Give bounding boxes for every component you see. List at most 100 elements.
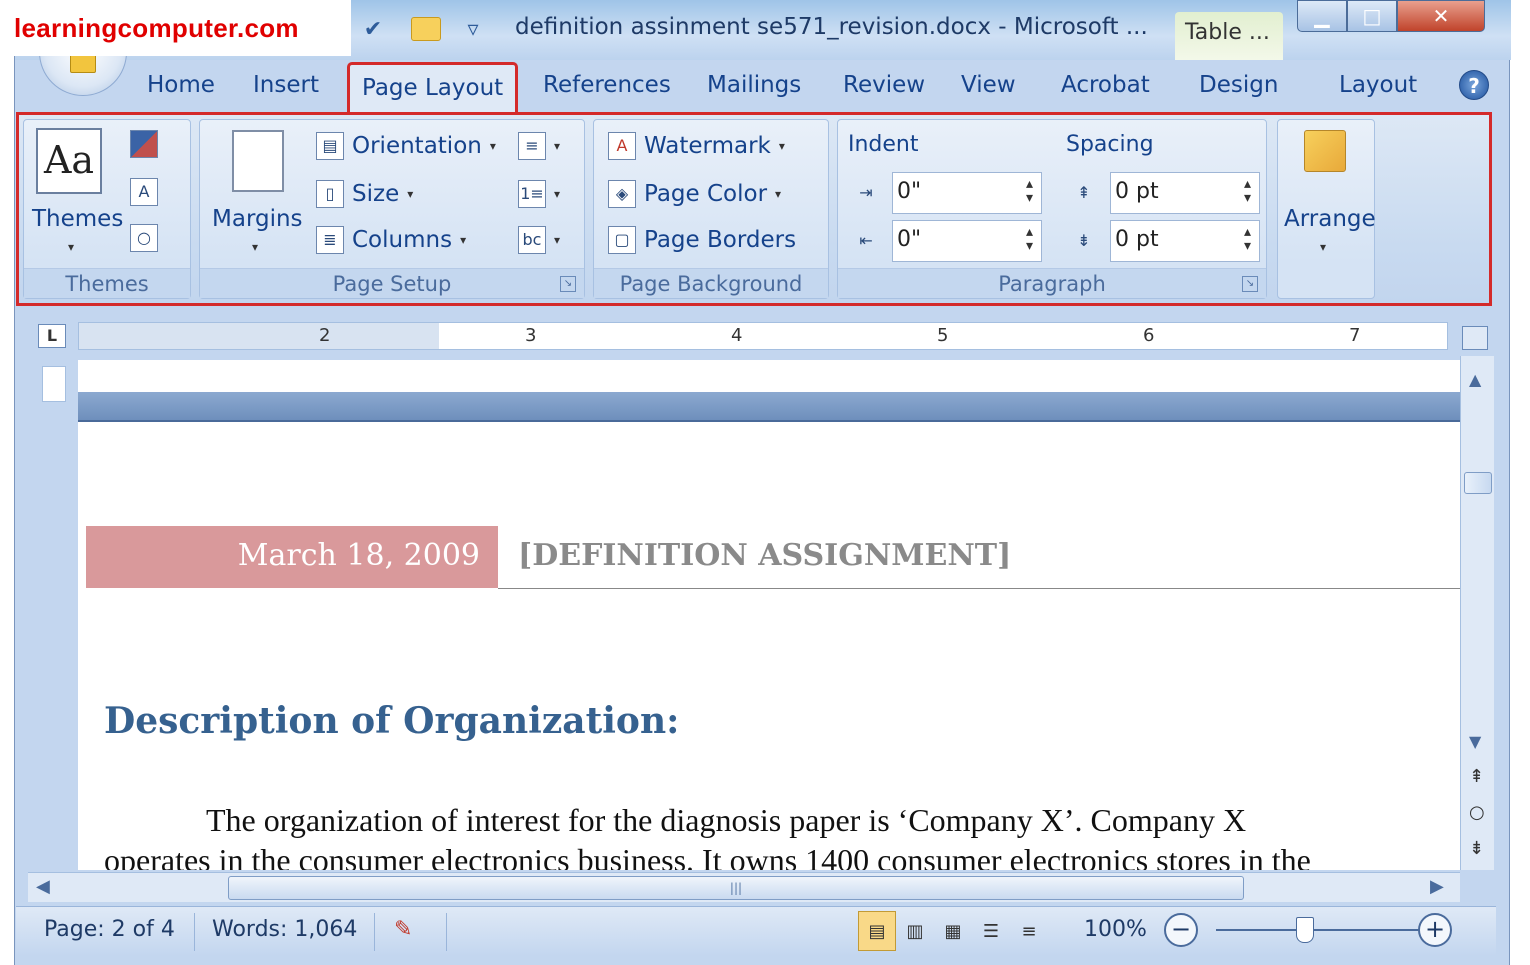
margins-dropdown-icon[interactable]: ▾ bbox=[252, 240, 258, 254]
size-dropdown-icon: ▾ bbox=[407, 187, 414, 201]
orientation-button[interactable]: ▤ Orientation ▾ bbox=[316, 132, 496, 160]
tab-acrobat[interactable]: Acrobat bbox=[1061, 72, 1150, 98]
select-browse-object-icon[interactable]: ○ bbox=[1469, 802, 1485, 823]
ruler-number: 6 bbox=[1143, 325, 1155, 346]
indent-left-input[interactable]: 0" ▴ ▾ bbox=[892, 172, 1042, 214]
ruler-number: 3 bbox=[525, 325, 537, 346]
themes-dropdown-icon[interactable]: ▾ bbox=[68, 240, 74, 254]
ruler-number: 5 bbox=[937, 325, 949, 346]
page-break-gap bbox=[78, 392, 1460, 422]
minimize-button[interactable]: ▁ bbox=[1297, 0, 1347, 32]
tab-page-layout[interactable]: Page Layout bbox=[346, 62, 519, 116]
spelling-icon[interactable]: ✔ bbox=[355, 12, 391, 46]
word-count[interactable]: Words: 1,064 bbox=[212, 917, 357, 942]
tab-references[interactable]: References bbox=[543, 72, 671, 98]
horizontal-scrollbar[interactable]: ◀ ||| ▶ bbox=[28, 872, 1460, 902]
maximize-button[interactable]: □ bbox=[1347, 0, 1397, 32]
document-title[interactable]: [DEFINITION ASSIGNMENT] bbox=[518, 538, 1011, 573]
page-color-button[interactable]: ◈ Page Color ▾ bbox=[608, 180, 781, 208]
tab-view[interactable]: View bbox=[961, 72, 1016, 98]
paragraph-line[interactable]: The organization of interest for the dia… bbox=[206, 802, 1246, 839]
status-separator bbox=[194, 913, 195, 951]
arrange-label: Arrange bbox=[1284, 206, 1376, 232]
indent-right-spinner-icon[interactable]: ▴ ▾ bbox=[1026, 225, 1033, 253]
spacing-after-spinner-icon[interactable]: ▴ ▾ bbox=[1244, 225, 1251, 253]
group-arrange: Arrange ▾ bbox=[1277, 119, 1376, 299]
page-borders-button[interactable]: ▢ Page Borders bbox=[608, 226, 796, 254]
watermark-button[interactable]: A Watermark ▾ bbox=[608, 132, 785, 160]
indent-right-input[interactable]: 0" ▴ ▾ bbox=[892, 220, 1042, 262]
tab-mailings[interactable]: Mailings bbox=[707, 72, 801, 98]
previous-page-icon[interactable]: ⇞ bbox=[1469, 766, 1484, 787]
orientation-label: Orientation bbox=[352, 133, 482, 159]
print-layout-icon[interactable]: ▤ bbox=[858, 911, 896, 951]
web-layout-icon[interactable]: ▦ bbox=[934, 911, 972, 951]
next-page-icon[interactable]: ⇟ bbox=[1469, 838, 1484, 859]
paragraph-launcher-icon[interactable]: ↘ bbox=[1242, 276, 1258, 292]
vertical-ruler-margin bbox=[42, 366, 66, 402]
vertical-scroll-thumb[interactable] bbox=[1464, 472, 1492, 494]
open-folder-icon[interactable] bbox=[411, 17, 441, 41]
spacing-before-spinner-icon[interactable]: ▴ ▾ bbox=[1244, 177, 1251, 205]
document-heading[interactable]: Description of Organization: bbox=[104, 700, 679, 742]
vertical-scrollbar[interactable]: ▲ ▼ ⇞ ○ ⇟ bbox=[1460, 356, 1494, 870]
indent-left-value: 0" bbox=[897, 179, 922, 204]
vertical-ruler[interactable] bbox=[38, 360, 68, 880]
horizontal-scroll-thumb[interactable]: ||| bbox=[228, 876, 1244, 900]
scroll-down-icon[interactable]: ▼ bbox=[1469, 732, 1481, 751]
orientation-icon: ▤ bbox=[316, 132, 344, 160]
tab-home[interactable]: Home bbox=[147, 72, 215, 98]
spacing-heading: Spacing bbox=[1066, 132, 1154, 157]
arrange-dropdown-icon[interactable]: ▾ bbox=[1320, 240, 1326, 254]
tab-design[interactable]: Design bbox=[1199, 72, 1278, 98]
indent-left-spinner-icon[interactable]: ▴ ▾ bbox=[1026, 177, 1033, 205]
tab-selector-icon[interactable]: L bbox=[38, 324, 66, 348]
draft-icon[interactable]: ≡ bbox=[1010, 911, 1048, 951]
theme-colors-icon[interactable] bbox=[130, 130, 158, 158]
size-label: Size bbox=[352, 181, 400, 207]
document-area[interactable]: March 18, 2009 [DEFINITION ASSIGNMENT] D… bbox=[78, 360, 1460, 870]
zoom-slider-thumb[interactable] bbox=[1296, 917, 1314, 943]
horizontal-ruler[interactable]: 2 3 4 5 6 7 bbox=[78, 322, 1448, 350]
scroll-up-icon[interactable]: ▲ bbox=[1469, 370, 1481, 389]
customize-qat-icon[interactable]: ▿ bbox=[455, 12, 491, 46]
zoom-out-icon[interactable]: − bbox=[1164, 913, 1198, 947]
zoom-in-icon[interactable]: + bbox=[1418, 913, 1452, 947]
breaks-icon: ≡ bbox=[518, 132, 546, 160]
breaks-button[interactable]: ≡ ▾ bbox=[518, 132, 560, 160]
scroll-left-icon[interactable]: ◀ bbox=[36, 876, 50, 897]
indent-right-value: 0" bbox=[897, 227, 922, 252]
view-buttons: ▤ ▥ ▦ ☰ ≡ bbox=[858, 911, 1048, 951]
proofing-icon[interactable]: ✎ bbox=[394, 917, 412, 942]
themes-button[interactable]: Themes bbox=[32, 206, 123, 232]
full-screen-reading-icon[interactable]: ▥ bbox=[896, 911, 934, 951]
zoom-slider-track[interactable] bbox=[1216, 929, 1420, 931]
outline-icon[interactable]: ☰ bbox=[972, 911, 1010, 951]
theme-fonts-icon[interactable]: A bbox=[130, 178, 158, 206]
page-color-dropdown-icon: ▾ bbox=[775, 187, 782, 201]
size-button[interactable]: ▯ Size ▾ bbox=[316, 180, 413, 208]
scroll-right-icon[interactable]: ▶ bbox=[1430, 876, 1444, 897]
paragraph-line[interactable]: operates in the consumer electronics bus… bbox=[104, 842, 1311, 870]
hyphenation-button[interactable]: bc ▾ bbox=[518, 226, 560, 254]
tab-insert[interactable]: Insert bbox=[253, 72, 319, 98]
columns-button[interactable]: ≣ Columns ▾ bbox=[316, 226, 466, 254]
document-date[interactable]: March 18, 2009 bbox=[86, 526, 498, 588]
table-tools-contextual-tab[interactable]: Table ... bbox=[1175, 12, 1283, 60]
theme-effects-icon[interactable]: ○ bbox=[130, 224, 158, 252]
help-icon[interactable]: ? bbox=[1459, 70, 1489, 100]
tab-review[interactable]: Review bbox=[843, 72, 925, 98]
close-button[interactable]: ✕ bbox=[1397, 0, 1485, 32]
spacing-after-input[interactable]: 0 pt ▴ ▾ bbox=[1110, 220, 1260, 262]
zoom-level[interactable]: 100% bbox=[1084, 917, 1147, 942]
page-count[interactable]: Page: 2 of 4 bbox=[44, 917, 175, 942]
tab-layout[interactable]: Layout bbox=[1339, 72, 1417, 98]
line-numbers-button[interactable]: 1≡ ▾ bbox=[518, 180, 560, 208]
arrange-button[interactable]: Arrange bbox=[1284, 206, 1376, 232]
arrange-icon bbox=[1304, 130, 1346, 172]
margins-button[interactable]: Margins bbox=[212, 206, 303, 232]
spacing-before-input[interactable]: 0 pt ▴ ▾ bbox=[1110, 172, 1260, 214]
view-ruler-icon[interactable] bbox=[1462, 326, 1488, 350]
page-setup-launcher-icon[interactable]: ↘ bbox=[560, 276, 576, 292]
group-page-background: A Watermark ▾ ◈ Page Color ▾ ▢ Page Bord… bbox=[593, 119, 829, 299]
